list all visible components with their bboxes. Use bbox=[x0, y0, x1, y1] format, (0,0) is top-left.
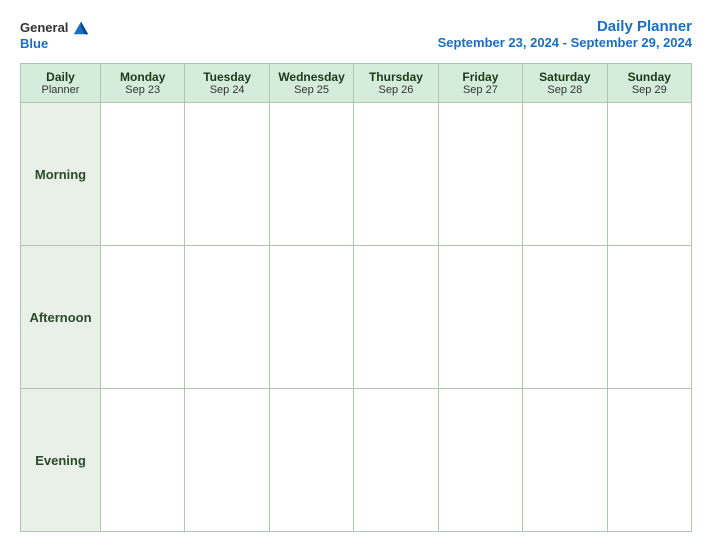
cell-evening-friday[interactable] bbox=[438, 389, 522, 532]
cell-morning-wednesday[interactable] bbox=[269, 103, 353, 246]
planner-table: Daily Planner Monday Sep 23 Tuesday Sep … bbox=[20, 63, 692, 532]
cell-evening-thursday[interactable] bbox=[354, 389, 438, 532]
header-daily: Daily bbox=[25, 70, 96, 84]
cell-evening-saturday[interactable] bbox=[523, 389, 607, 532]
logo: General bbox=[20, 18, 90, 36]
cell-evening-tuesday[interactable] bbox=[185, 389, 269, 532]
header-label-cell: Daily Planner bbox=[21, 64, 101, 103]
cell-morning-thursday[interactable] bbox=[354, 103, 438, 246]
cell-evening-monday[interactable] bbox=[101, 389, 185, 532]
table-row-evening: Evening bbox=[21, 389, 692, 532]
cell-afternoon-wednesday[interactable] bbox=[269, 246, 353, 389]
header-friday: Friday Sep 27 bbox=[438, 64, 522, 103]
cell-afternoon-monday[interactable] bbox=[101, 246, 185, 389]
header-wednesday: Wednesday Sep 25 bbox=[269, 64, 353, 103]
logo-triangle-icon bbox=[72, 18, 90, 36]
cell-evening-wednesday[interactable] bbox=[269, 389, 353, 532]
cell-evening-sunday[interactable] bbox=[607, 389, 691, 532]
title-area: Daily Planner September 23, 2024 - Septe… bbox=[438, 18, 692, 50]
header-thursday: Thursday Sep 26 bbox=[354, 64, 438, 103]
row-label-morning: Morning bbox=[21, 103, 101, 246]
cell-morning-monday[interactable] bbox=[101, 103, 185, 246]
header-tuesday: Tuesday Sep 24 bbox=[185, 64, 269, 103]
logo-area: General Blue bbox=[20, 18, 90, 51]
cell-morning-friday[interactable] bbox=[438, 103, 522, 246]
cell-afternoon-tuesday[interactable] bbox=[185, 246, 269, 389]
header-planner: Planner bbox=[25, 84, 96, 96]
logo-blue-row: Blue bbox=[20, 36, 48, 51]
cell-morning-sunday[interactable] bbox=[607, 103, 691, 246]
header-sunday: Sunday Sep 29 bbox=[607, 64, 691, 103]
table-row-morning: Morning bbox=[21, 103, 692, 246]
cell-afternoon-friday[interactable] bbox=[438, 246, 522, 389]
cell-afternoon-sunday[interactable] bbox=[607, 246, 691, 389]
table-header-row: Daily Planner Monday Sep 23 Tuesday Sep … bbox=[21, 64, 692, 103]
logo-blue-text: Blue bbox=[20, 36, 48, 51]
page-subtitle: September 23, 2024 - September 29, 2024 bbox=[438, 35, 692, 50]
cell-morning-saturday[interactable] bbox=[523, 103, 607, 246]
row-label-evening: Evening bbox=[21, 389, 101, 532]
page-title: Daily Planner bbox=[438, 18, 692, 35]
table-row-afternoon: Afternoon bbox=[21, 246, 692, 389]
header-monday: Monday Sep 23 bbox=[101, 64, 185, 103]
header-saturday: Saturday Sep 28 bbox=[523, 64, 607, 103]
logo-general-text: General bbox=[20, 20, 68, 35]
cell-morning-tuesday[interactable] bbox=[185, 103, 269, 246]
page-header: General Blue Daily Planner September 23,… bbox=[20, 18, 692, 51]
row-label-afternoon: Afternoon bbox=[21, 246, 101, 389]
cell-afternoon-saturday[interactable] bbox=[523, 246, 607, 389]
cell-afternoon-thursday[interactable] bbox=[354, 246, 438, 389]
